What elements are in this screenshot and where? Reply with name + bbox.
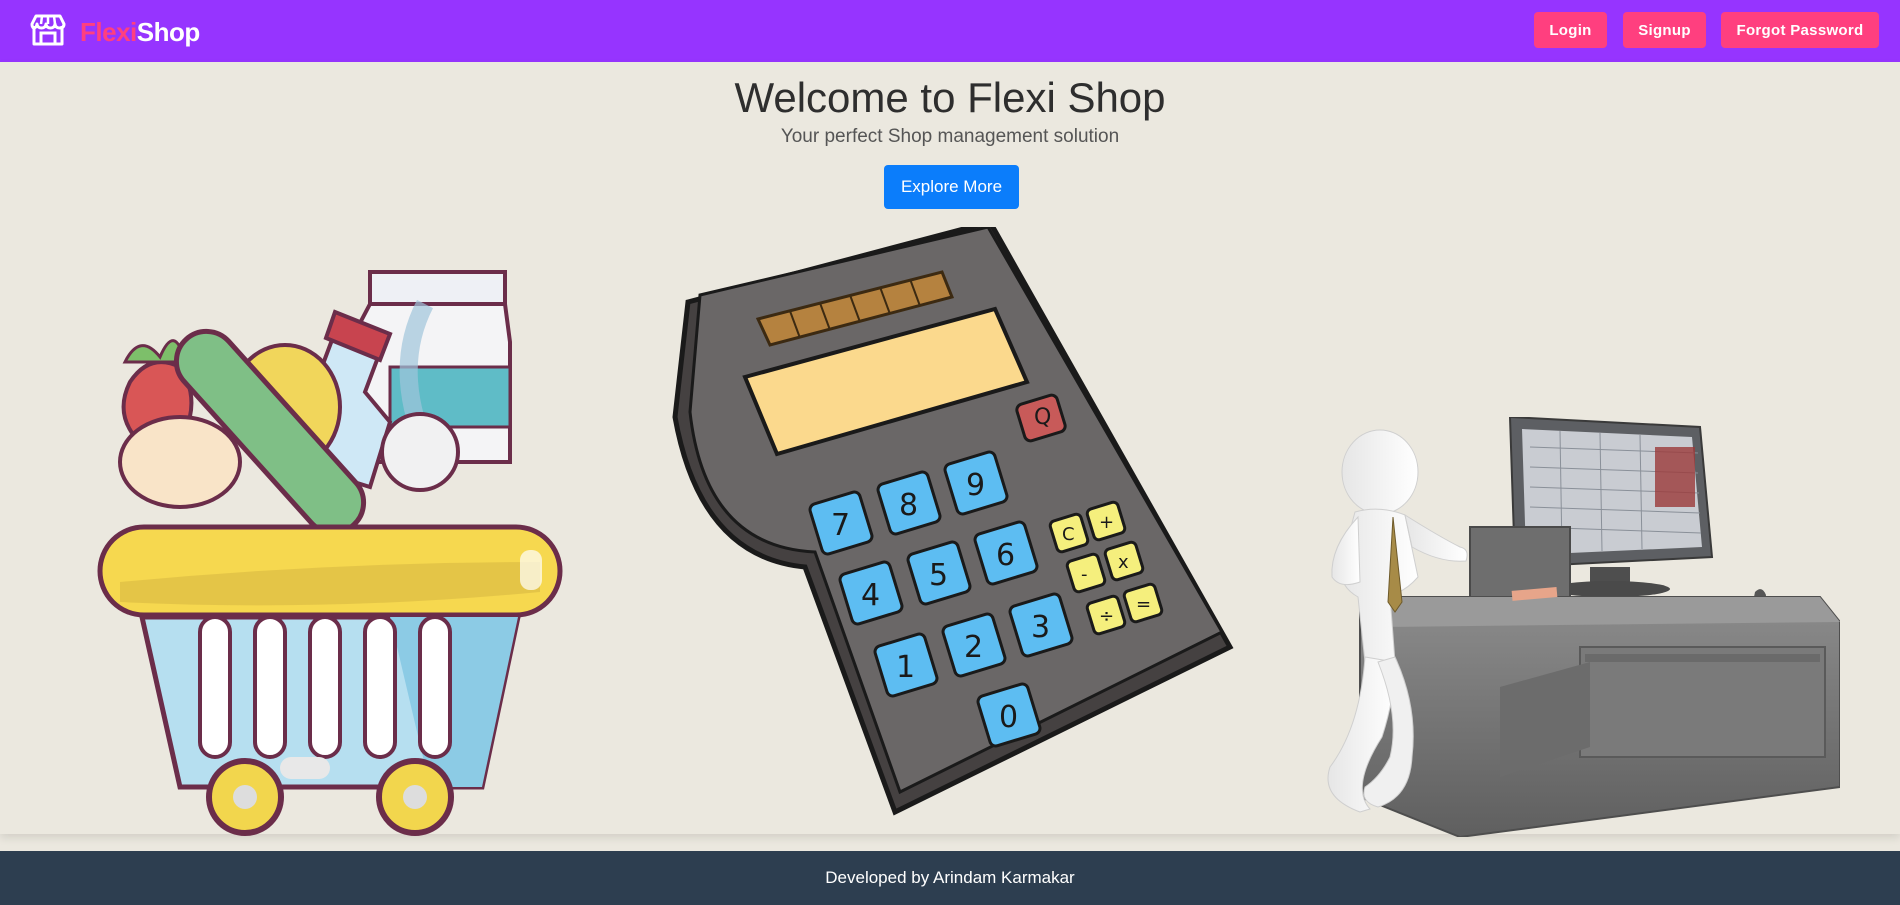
explore-more-button[interactable]: Explore More <box>884 165 1019 209</box>
brand-name-accent: Flexi <box>80 17 137 47</box>
top-navbar: FlexiShop Login Signup Forgot Password <box>0 0 1900 62</box>
login-button[interactable]: Login <box>1534 12 1607 48</box>
calculator-key-5: 5 <box>929 558 948 593</box>
calculator-key-6: 6 <box>996 538 1015 573</box>
forgot-password-button[interactable]: Forgot Password <box>1721 12 1879 48</box>
grocery-basket-illustration <box>97 270 563 836</box>
calculator-key-9: 9 <box>966 468 985 503</box>
calculator-key-2: 2 <box>964 630 983 665</box>
calculator-illustration: Q 7 8 9 4 5 6 1 2 3 0 C + - x ÷ = <box>672 227 1234 816</box>
brand-logo-link[interactable]: FlexiShop <box>30 13 200 52</box>
hero-subtitle: Your perfect Shop management solution <box>780 126 1120 147</box>
calculator-key-7: 7 <box>831 508 850 543</box>
calculator-key-1: 1 <box>896 650 915 685</box>
footer: Developed by Arindam Karmakar <box>0 851 1900 905</box>
hero-section: Welcome to Flexi Shop Your perfect Shop … <box>0 62 1900 837</box>
calculator-power-key: Q <box>1034 405 1051 430</box>
calculator-key-plus: + <box>1099 512 1114 533</box>
footer-credit: Developed by Arindam Karmakar <box>825 868 1075 887</box>
brand-name-main: Shop <box>136 17 201 47</box>
signup-button[interactable]: Signup <box>1623 12 1706 48</box>
calculator-key-divide: ÷ <box>1099 606 1114 627</box>
calculator-key-c: C <box>1062 524 1075 545</box>
brand-name: FlexiShop <box>80 17 200 48</box>
store-icon <box>30 13 66 52</box>
calculator-key-multiply: x <box>1118 552 1129 573</box>
calculator-key-equals: = <box>1136 594 1151 615</box>
calculator-key-8: 8 <box>899 488 918 523</box>
calculator-key-minus: - <box>1081 564 1088 585</box>
hero-title: Welcome to Flexi Shop <box>734 74 1166 121</box>
cashier-counter-illustration <box>1327 417 1840 837</box>
calculator-key-3: 3 <box>1031 610 1050 645</box>
calculator-key-4: 4 <box>861 578 880 613</box>
calculator-key-0: 0 <box>999 700 1018 735</box>
